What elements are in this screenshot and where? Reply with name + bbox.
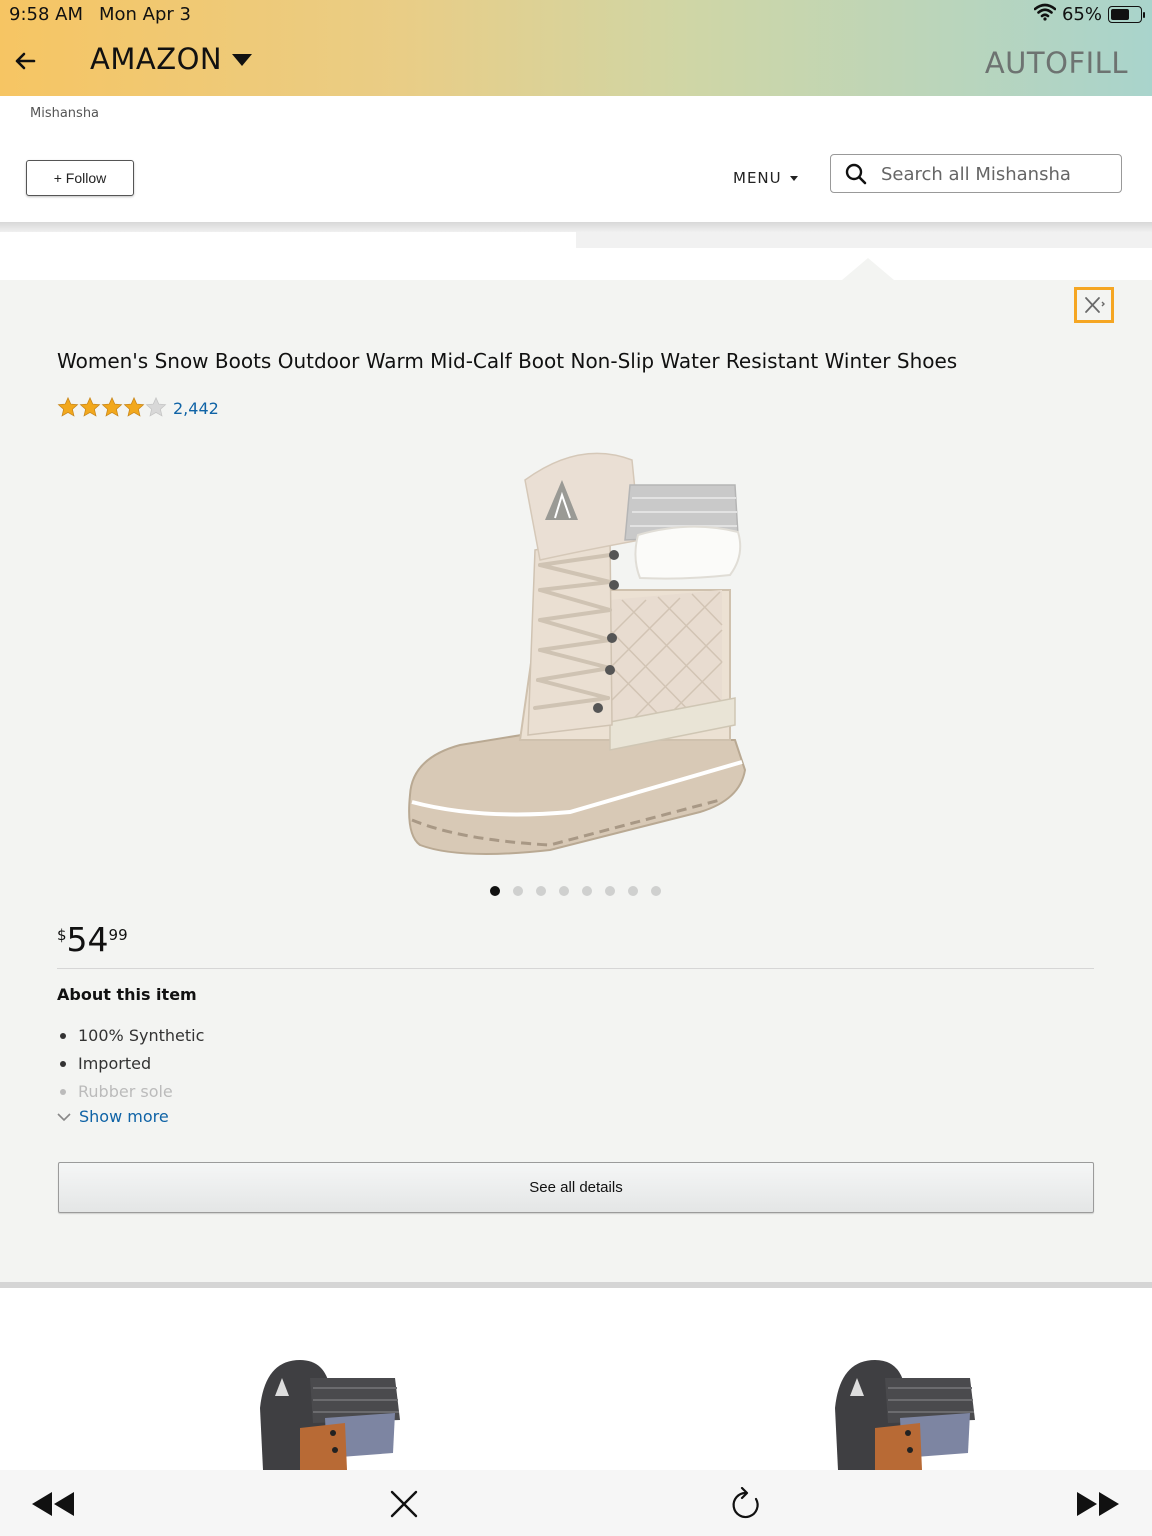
bullet-item: Rubber sole [57,1082,204,1110]
star-rating[interactable] [57,396,167,418]
menu-button[interactable]: MENU [733,169,782,187]
carousel-dot[interactable] [490,886,500,896]
battery-fill [1111,9,1130,20]
star-full-icon [79,396,101,417]
panel-bottom-border [0,1282,1152,1288]
close-toolbar-button[interactable] [380,1484,428,1524]
price: $ 54 99 [57,920,128,960]
carousel-dot[interactable] [513,886,523,896]
rewind-icon [32,1492,74,1516]
store-name[interactable]: Mishansha [30,106,99,121]
close-icon [1085,297,1105,313]
battery-icon [1108,6,1145,23]
refresh-icon [732,1487,759,1519]
carousel-dot[interactable] [582,886,592,896]
about-bullets: 100% Synthetic Imported Rubber sole [57,1026,204,1110]
star-full-icon [101,396,123,417]
carousel-dot[interactable] [651,886,661,896]
bottom-toolbar [0,1470,1152,1536]
carousel-dot[interactable] [559,886,569,896]
top-bar: 9:58 AM Mon Apr 3 65% AMAZON AUTOFILL [0,0,1152,96]
status-indicators: 65% [1033,3,1145,26]
battery-percent: 65% [1061,4,1102,25]
app-title[interactable]: AMAZON [90,42,222,76]
related-product-thumbnail[interactable] [255,1358,405,1470]
star-full-icon [123,396,145,417]
menu-caret-icon[interactable] [790,176,798,181]
follow-button[interactable]: + Follow [26,160,134,196]
store-search[interactable] [830,154,1122,193]
bullet-item: Imported [57,1054,204,1082]
page: 9:58 AM Mon Apr 3 65% AMAZON AUTOFILL Mi… [0,0,1152,1536]
product-title[interactable]: Women's Snow Boots Outdoor Warm Mid-Calf… [57,349,957,373]
price-divider [57,968,1094,969]
review-count-link[interactable]: 2,442 [173,399,219,418]
about-heading: About this item [57,985,197,1004]
rewind-button[interactable] [29,1484,77,1524]
refresh-button[interactable] [722,1484,770,1524]
panel-pointer [842,258,894,280]
related-product-thumbnail[interactable] [830,1358,980,1470]
status-time: 9:58 AM [9,4,83,25]
autofill-button[interactable]: AUTOFILL [985,46,1128,80]
product-image-snow-boot[interactable] [400,440,750,865]
show-more-link[interactable]: Show more [57,1107,169,1126]
fast-forward-icon [1077,1492,1119,1516]
price-fraction: 99 [108,926,128,944]
image-carousel-dots[interactable] [490,886,661,896]
fast-forward-button[interactable] [1074,1484,1122,1524]
see-all-details-button[interactable]: See all details [58,1162,1094,1213]
close-icon [390,1490,418,1518]
star-full-icon [57,396,79,417]
carousel-dot[interactable] [628,886,638,896]
header-divider [0,222,1152,232]
carousel-dot[interactable] [605,886,615,896]
price-currency: $ [57,926,67,944]
back-arrow-icon[interactable] [12,48,38,74]
status-date: Mon Apr 3 [99,4,191,25]
search-input[interactable] [881,161,1111,187]
carousel-dot[interactable] [536,886,546,896]
search-icon[interactable] [845,163,867,185]
price-whole: 54 [66,920,109,959]
close-button[interactable] [1074,287,1114,323]
chevron-down-icon [57,1112,71,1121]
wifi-icon [1033,3,1057,26]
star-empty-icon [145,396,167,417]
bullet-item: 100% Synthetic [57,1026,204,1054]
caret-down-icon[interactable] [232,54,252,66]
sub-header-strip [576,232,1152,248]
show-more-label[interactable]: Show more [79,1107,169,1126]
